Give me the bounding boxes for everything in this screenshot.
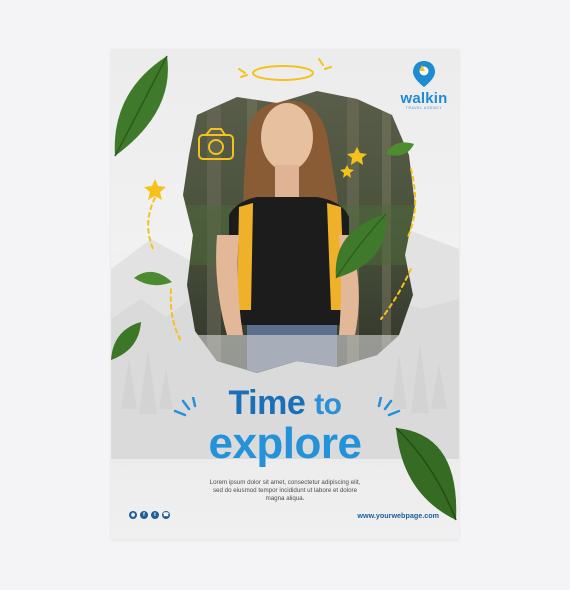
leaf-top-left (114, 55, 168, 157)
brand-logo: walkin TRAVEL AGENCY (394, 61, 454, 111)
leaf-lower-left (111, 322, 141, 360)
body-copy: Lorem ipsum dolor sit amet, consectetur … (209, 479, 361, 503)
social-links: ◉ f t ☎ (129, 511, 170, 519)
twitter-icon[interactable]: t (151, 511, 159, 519)
facebook-icon[interactable]: f (140, 511, 148, 519)
leaf-top-right (386, 142, 414, 156)
sparkle-marks (173, 397, 401, 417)
leaf-center-right (335, 213, 387, 279)
map-pin-icon (413, 61, 435, 87)
leaf-bottom-right (395, 427, 457, 521)
brand-name: walkin (400, 90, 448, 107)
instagram-icon[interactable]: ◉ (129, 511, 137, 519)
whatsapp-icon[interactable]: ☎ (162, 511, 170, 519)
leaf-mid-left (134, 271, 172, 286)
